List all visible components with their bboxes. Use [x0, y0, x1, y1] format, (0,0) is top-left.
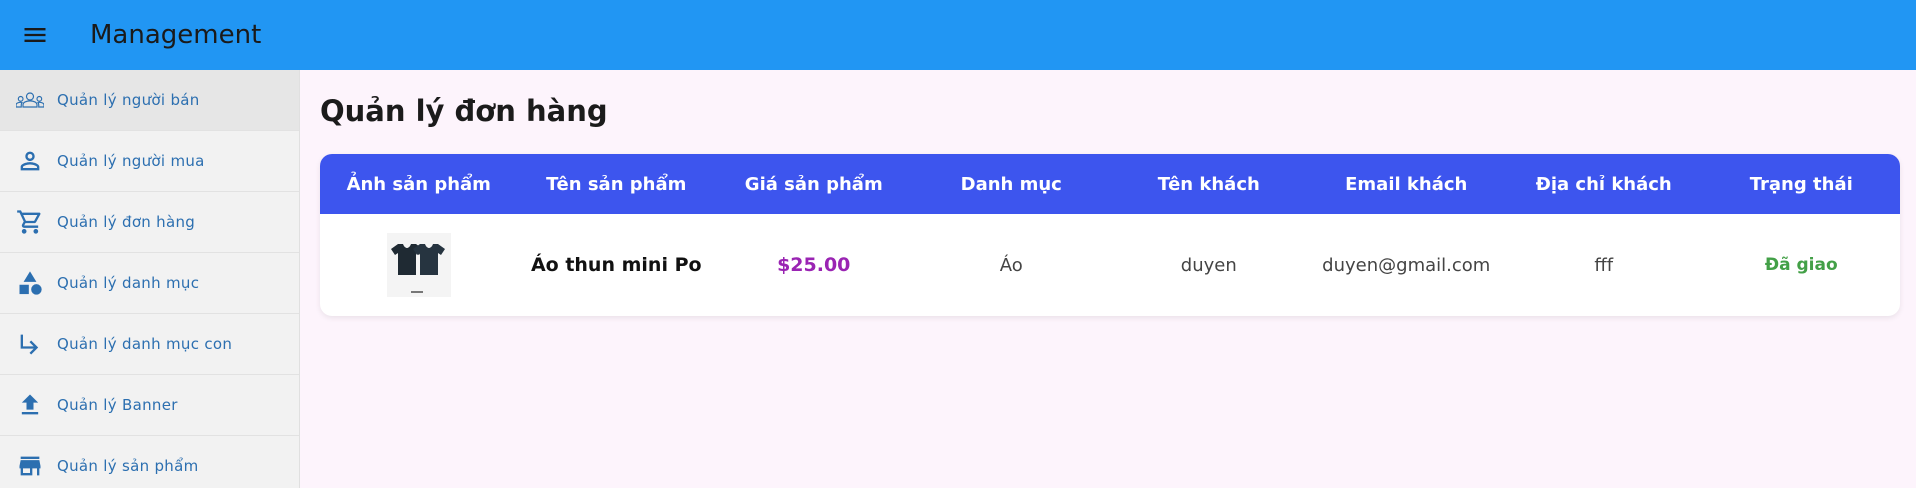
upload-icon [0, 391, 57, 419]
table-row[interactable]: Áo thun mini Po $25.00 Áo duyen duyen@gm… [320, 214, 1900, 316]
sidebar-item-label: Quản lý danh mục [57, 274, 200, 292]
column-header-customer-address: Địa chỉ khách [1535, 173, 1672, 195]
page-title: Quản lý đơn hàng [320, 94, 608, 128]
subdirectory-arrow-icon [0, 330, 57, 358]
sidebar-item-label: Quản lý người mua [57, 152, 205, 170]
sidebar-item-buyers[interactable]: Quản lý người mua [0, 131, 299, 192]
status-badge: Đã giao [1764, 255, 1838, 275]
product-image-cell [320, 233, 518, 297]
store-icon [0, 452, 57, 480]
cart-icon [0, 208, 57, 236]
sidebar-item-orders[interactable]: Quản lý đơn hàng [0, 192, 299, 253]
group-icon [0, 86, 57, 114]
product-price-cell: $25.00 [777, 254, 851, 276]
column-header-product-price: Giá sản phẩm [744, 173, 883, 195]
main-content: Quản lý đơn hàng Ảnh sản phẩm Tên sản ph… [320, 70, 1900, 316]
customer-address-cell: fff [1594, 254, 1614, 276]
sidebar-item-label: Quản lý Banner [57, 396, 178, 414]
sidebar-item-label: Quản lý đơn hàng [57, 213, 196, 231]
sidebar-item-sellers[interactable]: Quản lý người bán [0, 70, 299, 131]
sidebar: Quản lý người bán Quản lý người mua Quản… [0, 70, 300, 488]
sidebar-item-label: Quản lý người bán [57, 91, 200, 109]
sidebar-item-categories[interactable]: Quản lý danh mục [0, 253, 299, 314]
column-header-category: Danh mục [960, 173, 1062, 195]
person-icon [0, 147, 57, 175]
table-header-row: Ảnh sản phẩm Tên sản phẩm Giá sản phẩm D… [320, 154, 1900, 214]
shapes-icon [0, 269, 57, 297]
column-header-product-image: Ảnh sản phẩm [346, 173, 491, 195]
sidebar-item-subcategories[interactable]: Quản lý danh mục con [0, 314, 299, 375]
t-shirt-icon [390, 244, 445, 293]
menu-icon[interactable] [0, 0, 70, 70]
column-header-status: Trạng thái [1749, 173, 1853, 195]
category-cell: Áo [999, 254, 1023, 276]
customer-name-cell: duyen [1180, 254, 1237, 276]
product-name-cell: Áo thun mini Po [530, 254, 702, 276]
customer-email-cell: duyen@gmail.com [1322, 254, 1491, 276]
app-bar: Management [0, 0, 1916, 70]
sidebar-item-label: Quản lý danh mục con [57, 335, 233, 353]
sidebar-item-banner[interactable]: Quản lý Banner [0, 375, 299, 436]
product-thumbnail [386, 233, 451, 297]
column-header-product-name: Tên sản phẩm [546, 173, 687, 195]
orders-table: Ảnh sản phẩm Tên sản phẩm Giá sản phẩm D… [320, 154, 1900, 316]
column-header-customer-name: Tên khách [1157, 173, 1260, 195]
sidebar-item-products[interactable]: Quản lý sản phẩm [0, 436, 299, 488]
sidebar-item-label: Quản lý sản phẩm [57, 457, 199, 475]
app-title: Management [90, 20, 262, 50]
column-header-customer-email: Email khách [1345, 173, 1468, 195]
